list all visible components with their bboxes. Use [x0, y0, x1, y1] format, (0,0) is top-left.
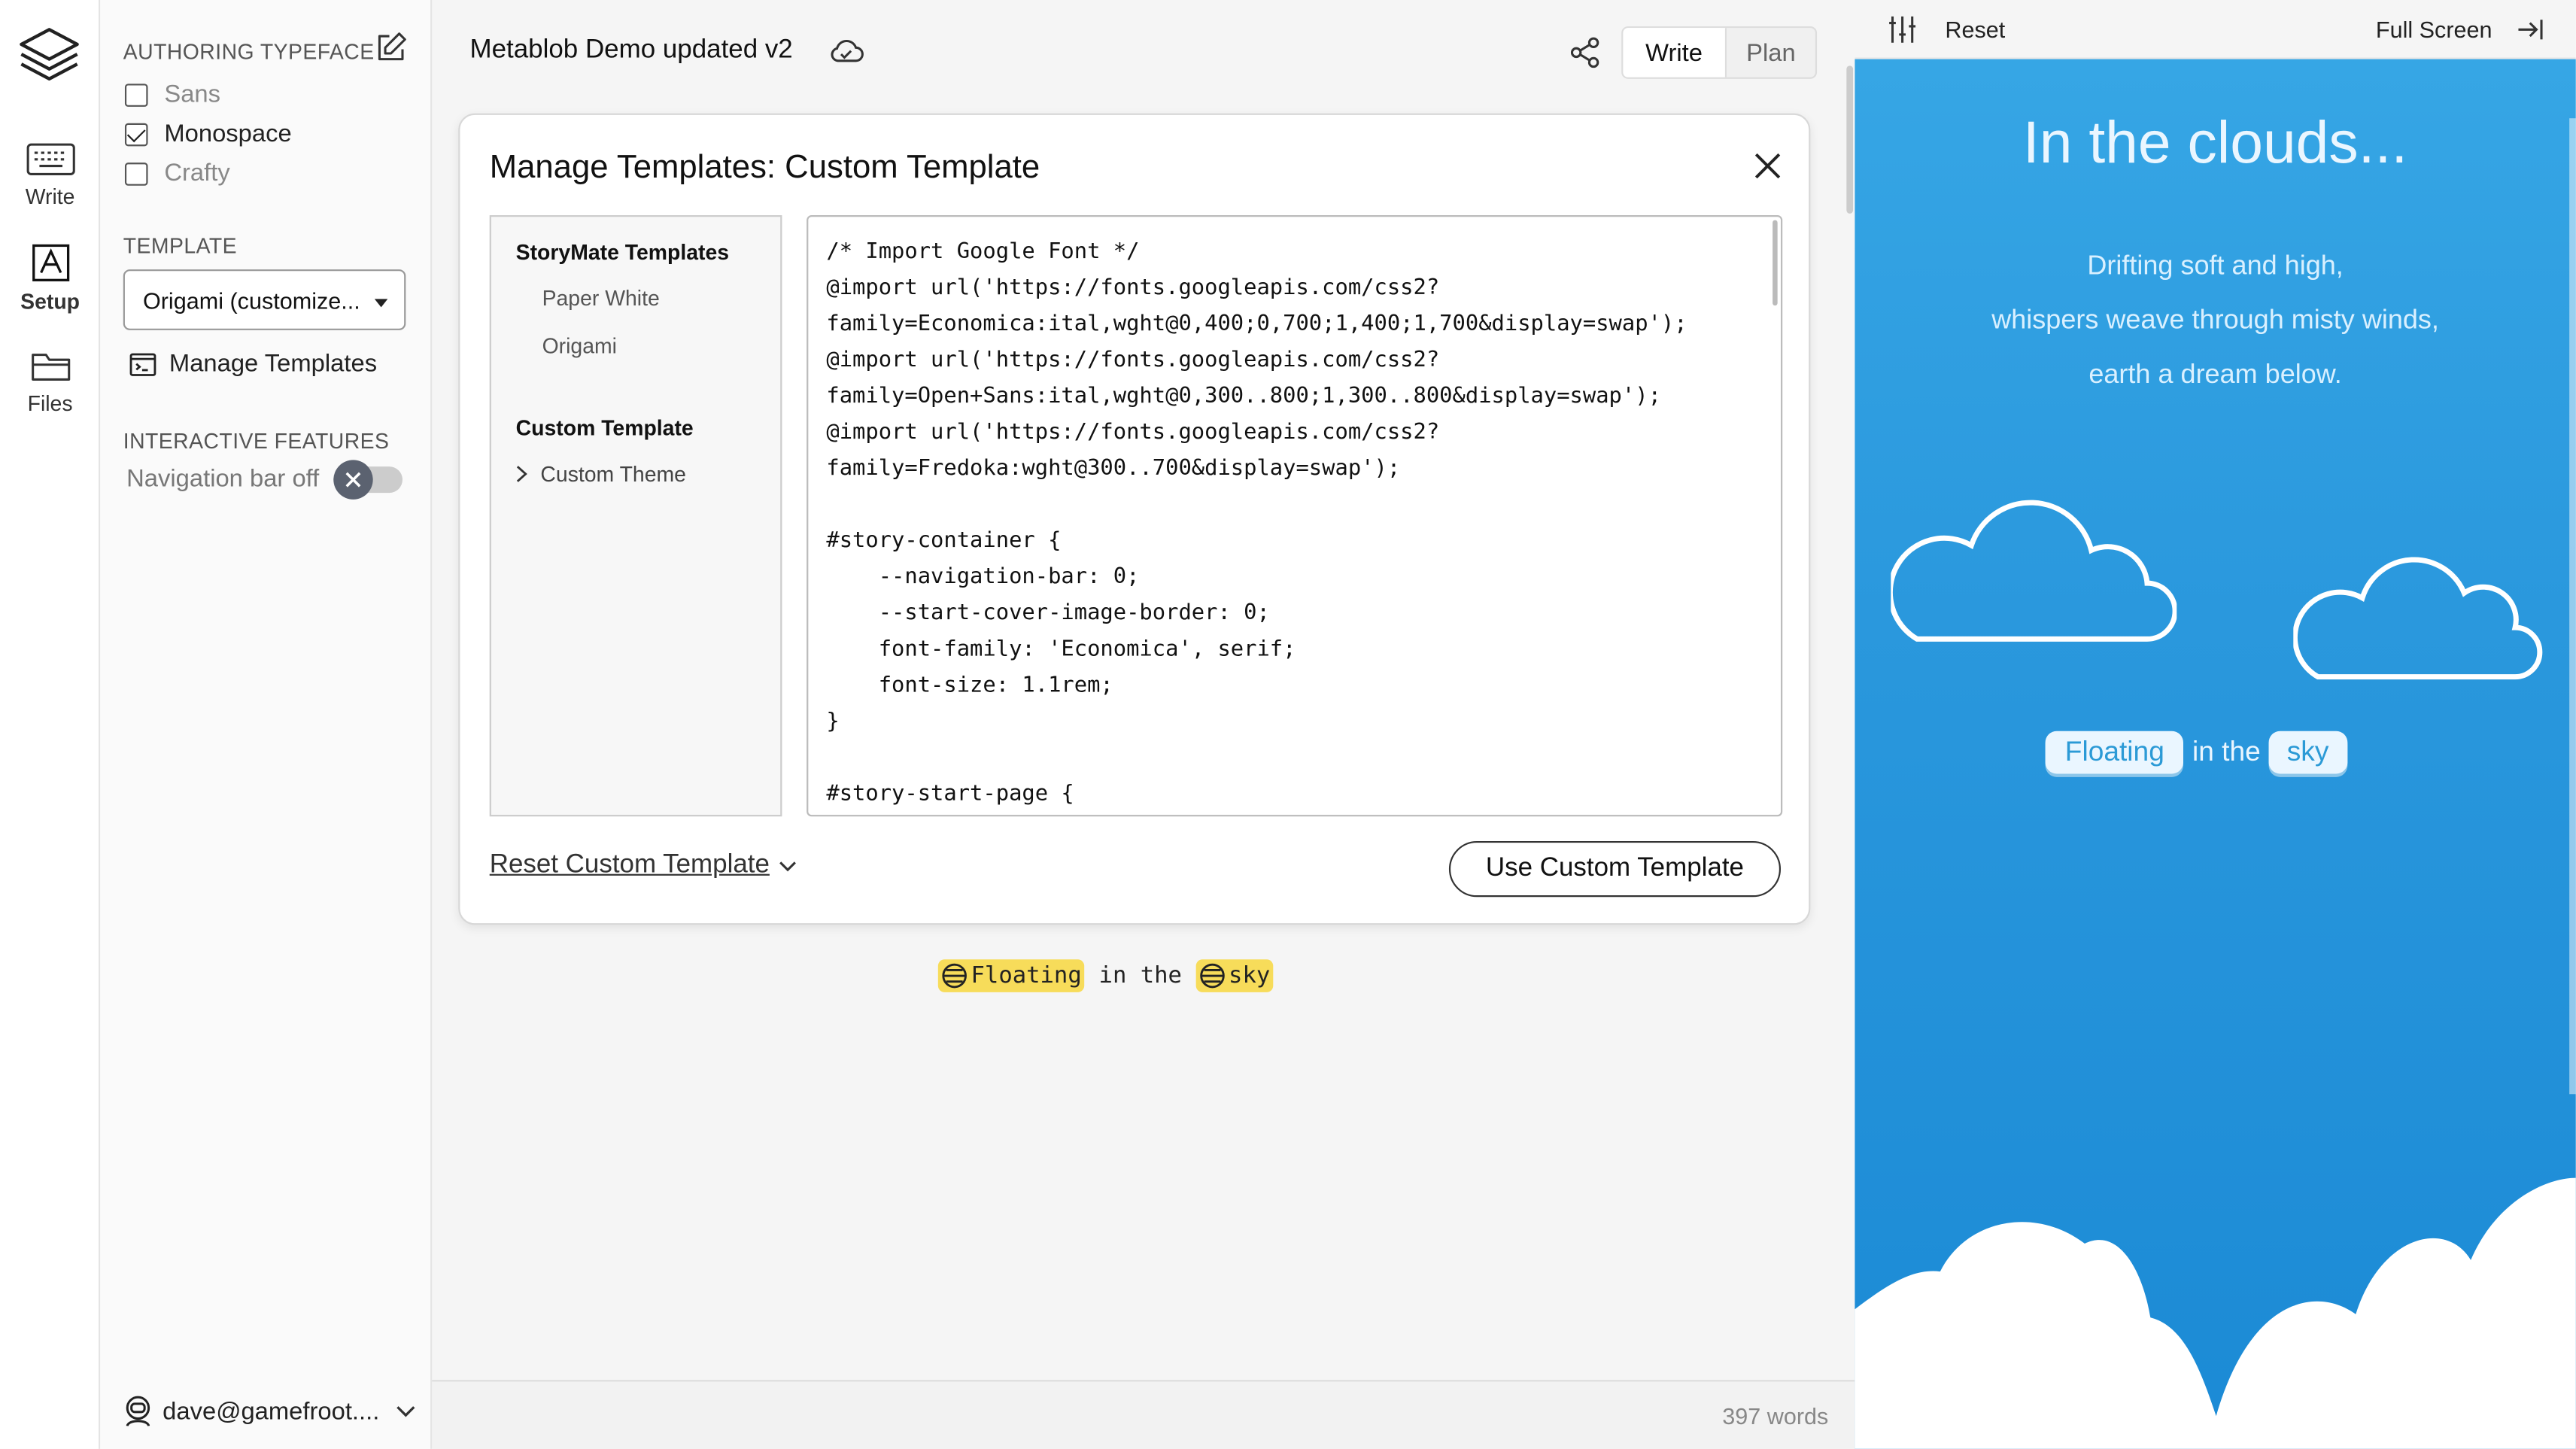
preview-choice-floating[interactable]: Floating [2045, 731, 2185, 774]
template-group-custom[interactable]: Custom Template [516, 415, 694, 440]
editor-footer: 397 words [432, 1380, 1855, 1449]
checkbox-checked[interactable] [124, 122, 148, 146]
rail-item-write[interactable]: Write [0, 141, 100, 209]
link-circle-icon [1199, 963, 1225, 989]
editor-area: Metablob Demo updated v2 Write Plan Mana… [432, 0, 1855, 1449]
terminal-icon [129, 352, 156, 375]
manage-templates-button[interactable]: Manage Templates [129, 350, 378, 378]
chevron-down-icon [780, 861, 797, 871]
app-root: Write Setup Files AUTHORING TYPEFACE San… [0, 0, 2576, 1449]
story-text: in the [1085, 962, 1196, 989]
template-item-custom-theme[interactable]: Custom Theme [516, 461, 686, 487]
rail-item-setup[interactable]: Setup [0, 243, 100, 314]
poem-line: Drifting soft and high, [2087, 251, 2344, 281]
choice-tag-sky[interactable]: sky [1195, 959, 1274, 992]
cloud-outline-left [1891, 500, 2177, 642]
tab-plan[interactable]: Plan [1727, 28, 1815, 77]
keyboard-icon [26, 143, 74, 175]
story-title: In the clouds... [2022, 108, 2408, 176]
css-code[interactable]: /* Import Google Font */ @import url('ht… [808, 217, 1781, 813]
choice-label: sky [1229, 962, 1271, 989]
word-count: 397 words [1722, 1402, 1829, 1429]
rail-item-files[interactable]: Files [0, 348, 100, 416]
template-item-origami[interactable]: Origami [542, 333, 617, 358]
story-preview: Reset Full Screen In the clouds... Drift… [1855, 0, 2576, 1449]
option-label: Sans [164, 80, 221, 109]
use-custom-template-button[interactable]: Use Custom Template [1448, 841, 1782, 898]
poem-line: whispers weave through misty winds, [1991, 305, 2439, 336]
typeface-monospace-option[interactable]: Monospace [124, 120, 292, 148]
typeface-section-title: AUTHORING TYPEFACE [123, 39, 375, 65]
template-selected-value: Origami (customize... [142, 287, 360, 314]
interactive-section-title: INTERACTIVE FEATURES [123, 428, 390, 454]
navigation-bar-toggle[interactable] [333, 459, 402, 499]
poem-line: earth a dream below. [2088, 360, 2342, 390]
checkbox[interactable] [124, 162, 148, 185]
reset-custom-template-button[interactable]: Reset Custom Template [490, 851, 797, 880]
preview-toolbar: Reset Full Screen [1855, 0, 2576, 59]
bottom-clouds [1855, 1177, 2576, 1449]
left-rail: Write Setup Files [0, 0, 101, 1449]
rail-label: Files [27, 390, 73, 416]
arrow-right-to-line-icon[interactable] [2517, 17, 2543, 51]
share-icon[interactable] [1569, 36, 1602, 77]
user-menu[interactable]: dave@gamefroot.... [123, 1395, 426, 1428]
toggle-off-icon [333, 459, 373, 499]
rail-label: Setup [20, 289, 80, 314]
preview-choice-line: Floating in the sky [2045, 731, 2347, 774]
chevron-down-icon [396, 1406, 415, 1417]
code-scrollbar[interactable] [1773, 220, 1778, 306]
full-screen-button[interactable]: Full Screen [2376, 17, 2492, 43]
link-circle-icon [942, 963, 967, 989]
template-section-title: TEMPLATE [123, 233, 238, 258]
choice-tag-floating[interactable]: Floating [937, 959, 1086, 992]
checkbox[interactable] [124, 83, 148, 106]
manage-templates-label: Manage Templates [169, 350, 378, 378]
folder-icon [31, 354, 70, 381]
document-title[interactable]: Metablob Demo updated v2 [470, 36, 793, 65]
navigation-bar-setting: Navigation bar off [126, 459, 409, 499]
template-group-storymate: StoryMate Templates [515, 239, 730, 265]
preview-reset-button[interactable]: Reset [1945, 17, 2005, 43]
setup-panel: AUTHORING TYPEFACE Sans Monospace Crafty… [100, 0, 433, 1449]
rail-label: Write [25, 184, 75, 209]
preview-text: in the [2192, 736, 2261, 767]
caret-down-icon [374, 299, 388, 308]
navigation-bar-label: Navigation bar off [126, 464, 320, 494]
template-item-paper-white[interactable]: Paper White [542, 286, 660, 311]
story-choice-line: Floating in the sky [937, 959, 1274, 992]
preview-choice-sky[interactable]: sky [2268, 731, 2347, 774]
preview-story-page: In the clouds... Drifting soft and high,… [1855, 59, 2576, 1449]
user-email: dave@gamefroot.... [163, 1397, 380, 1426]
sliders-icon[interactable] [1888, 15, 1917, 53]
dialog-title: Manage Templates: Custom Template [489, 149, 1040, 186]
cloud-outline-right [2293, 557, 2543, 680]
template-select[interactable]: Origami (customize... [123, 269, 406, 330]
preview-scrollbar[interactable] [2569, 118, 2576, 1095]
reset-label: Reset Custom Template [489, 851, 770, 879]
close-icon[interactable] [1753, 151, 1782, 189]
astronaut-avatar-icon [126, 1396, 150, 1427]
mode-switch: Write Plan [1621, 26, 1818, 79]
typeface-sans-option[interactable]: Sans [124, 80, 221, 109]
typeface-crafty-option[interactable]: Crafty [124, 159, 230, 187]
cloud-sync-icon[interactable] [828, 36, 864, 74]
option-label: Crafty [164, 159, 230, 187]
story-poem: Drifting soft and high, whispers weave t… [1855, 240, 2576, 402]
typeface-icon [32, 244, 69, 281]
choice-label: Floating [971, 962, 1082, 989]
template-css-editor[interactable]: /* Import Google Font */ @import url('ht… [807, 215, 1783, 817]
tab-write[interactable]: Write [1623, 28, 1727, 77]
option-label: Monospace [164, 120, 292, 148]
app-logo-icon[interactable] [17, 23, 82, 89]
template-list: StoryMate Templates Paper White Origami … [489, 215, 782, 817]
manage-templates-dialog: Manage Templates: Custom Template StoryM… [458, 113, 1811, 925]
chevron-right-icon [516, 466, 527, 482]
panel-resize-handle[interactable] [1846, 65, 1854, 214]
custom-theme-label: Custom Theme [540, 461, 686, 487]
edit-icon[interactable] [376, 31, 407, 70]
